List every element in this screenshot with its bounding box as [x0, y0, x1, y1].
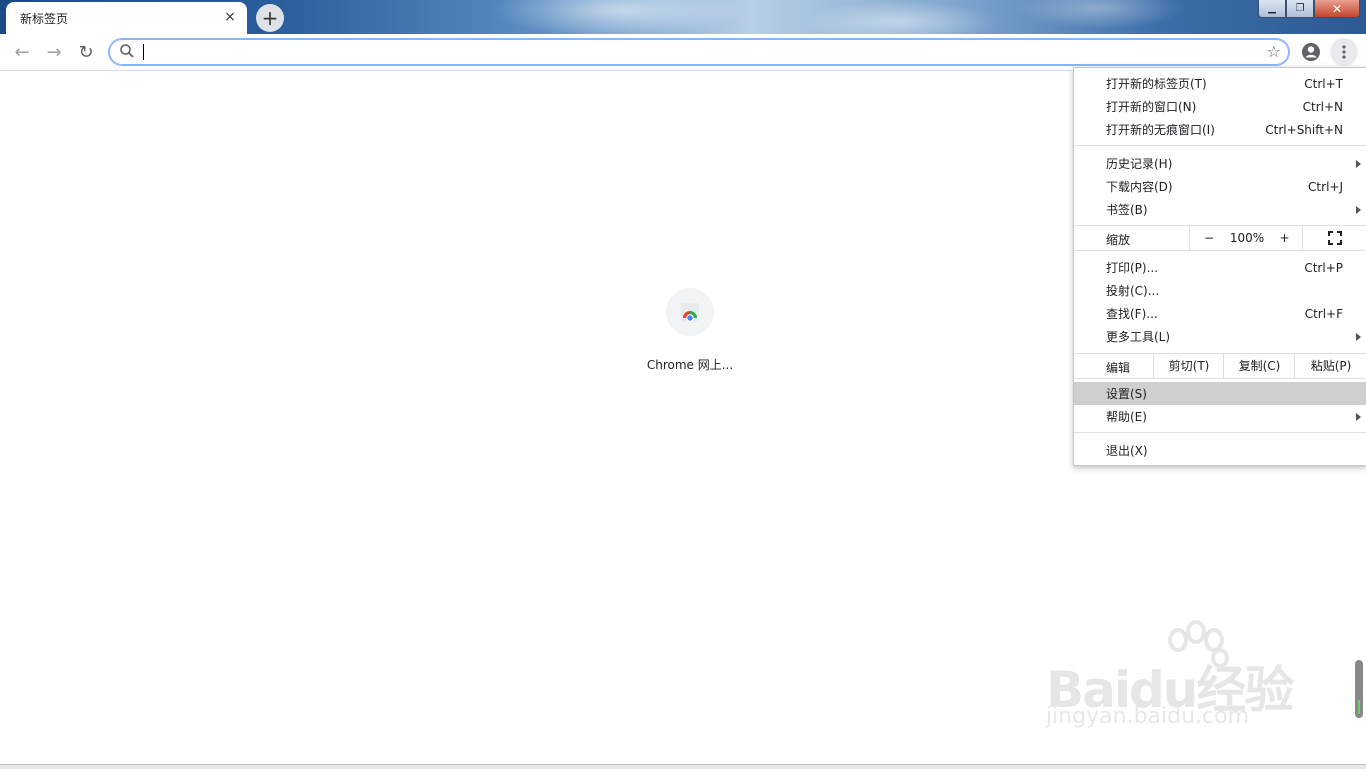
menu-label: 打印(P)... — [1106, 261, 1159, 275]
zoom-out-button[interactable]: − — [1189, 225, 1228, 250]
chrome-main-menu: 打开新的标签页(T) Ctrl+T 打开新的窗口(N) Ctrl+N 打开新的无… — [1073, 67, 1366, 466]
menu-item-more-tools[interactable]: 更多工具(L) — [1074, 325, 1366, 348]
menu-accelerator: Ctrl+J — [1308, 179, 1343, 194]
more-vertical-icon — [1342, 45, 1346, 59]
search-icon — [120, 44, 134, 58]
menu-label: 打开新的窗口(N) — [1106, 100, 1197, 114]
shortcut-label: Chrome 网上... — [646, 358, 734, 372]
menu-label: 历史记录(H) — [1106, 157, 1173, 171]
menu-label: 下载内容(D) — [1106, 180, 1173, 194]
menu-label: 退出(X) — [1106, 444, 1148, 458]
menu-item-incognito[interactable]: 打开新的无痕窗口(I) Ctrl+Shift+N — [1074, 118, 1366, 141]
bottom-edge — [0, 764, 1366, 769]
menu-item-find[interactable]: 查找(F)... Ctrl+F — [1074, 302, 1366, 325]
tab-title: 新标签页 — [20, 12, 69, 26]
back-button[interactable]: ← — [10, 40, 34, 64]
tab-new-tab[interactable]: 新标签页 × — [6, 2, 247, 34]
cut-button[interactable]: 剪切(T) — [1153, 353, 1224, 378]
new-tab-button[interactable]: + — [256, 4, 284, 32]
fullscreen-icon — [1328, 230, 1342, 245]
menu-accelerator: Ctrl+T — [1304, 76, 1343, 91]
menu-item-downloads[interactable]: 下载内容(D) Ctrl+J — [1074, 175, 1366, 198]
minimize-button[interactable]: ▁ — [1258, 0, 1286, 18]
submenu-arrow-icon — [1356, 332, 1361, 341]
zoom-value: 100% — [1229, 230, 1265, 245]
shortcut-tile-webstore[interactable]: Chrome 网上... — [640, 288, 740, 373]
menu-item-print[interactable]: 打印(P)... Ctrl+P — [1074, 256, 1366, 279]
menu-item-new-window[interactable]: 打开新的窗口(N) Ctrl+N — [1074, 95, 1366, 118]
menu-label: 更多工具(L) — [1106, 330, 1171, 344]
text-caret — [143, 44, 144, 60]
menu-item-new-tab[interactable]: 打开新的标签页(T) Ctrl+T — [1074, 72, 1366, 95]
watermark-url: jingyan.baidu.com — [1046, 704, 1250, 729]
menu-label: 打开新的标签页(T) — [1106, 77, 1207, 91]
menu-accelerator: Ctrl+N — [1302, 99, 1343, 114]
copy-button[interactable]: 复制(C) — [1223, 353, 1295, 378]
menu-label: 打开新的无痕窗口(I) — [1106, 123, 1215, 137]
submenu-arrow-icon — [1356, 205, 1361, 214]
chrome-webstore-icon — [681, 303, 699, 322]
zoom-in-button[interactable]: + — [1267, 225, 1302, 250]
zoom-label: 缩放 — [1106, 233, 1131, 247]
menu-accelerator: Ctrl+Shift+N — [1265, 122, 1343, 137]
menu-label: 书签(B) — [1106, 203, 1148, 217]
window-controls: ▁ ❐ ✕ — [1258, 0, 1360, 18]
menu-label: 查找(F)... — [1106, 307, 1158, 321]
menu-edit-row: 编辑 剪切(T) 复制(C) 粘贴(P) — [1074, 353, 1366, 378]
menu-separator — [1074, 432, 1366, 433]
menu-label: 帮助(E) — [1106, 410, 1147, 424]
menu-label: 投射(C)... — [1106, 284, 1160, 298]
submenu-arrow-icon — [1356, 159, 1361, 168]
tab-close-icon[interactable]: × — [221, 8, 239, 26]
menu-zoom-row: 缩放 − 100% + — [1074, 225, 1366, 250]
scrollbar-indicator — [1358, 700, 1360, 714]
forward-button[interactable]: → — [42, 40, 66, 64]
address-bar[interactable]: ☆ — [108, 38, 1290, 66]
paste-button[interactable]: 粘贴(P) — [1294, 353, 1366, 378]
baidu-jingyan-watermark: Baidu经验 jingyan.baidu.com — [1046, 620, 1306, 740]
toolbar: ← → ↻ ☆ — [0, 34, 1366, 71]
fullscreen-button[interactable] — [1302, 225, 1366, 250]
menu-label: 设置(S) — [1106, 387, 1147, 401]
menu-button[interactable] — [1330, 38, 1358, 66]
title-bar: 新标签页 × + ▁ ❐ ✕ — [0, 0, 1366, 34]
maximize-button[interactable]: ❐ — [1286, 0, 1314, 18]
close-window-button[interactable]: ✕ — [1314, 0, 1360, 18]
menu-accelerator: Ctrl+F — [1304, 306, 1343, 321]
submenu-arrow-icon — [1356, 412, 1361, 421]
reload-button[interactable]: ↻ — [74, 40, 98, 64]
menu-item-settings[interactable]: 设置(S) — [1074, 382, 1366, 405]
menu-separator — [1074, 378, 1366, 379]
menu-separator — [1074, 250, 1366, 251]
menu-item-exit[interactable]: 退出(X) — [1074, 439, 1366, 462]
menu-accelerator: Ctrl+P — [1304, 260, 1343, 275]
webstore-tile — [666, 288, 714, 336]
profile-avatar-icon[interactable] — [1301, 42, 1321, 62]
edit-label: 编辑 — [1106, 361, 1131, 375]
menu-separator — [1074, 145, 1366, 146]
menu-item-history[interactable]: 历史记录(H) — [1074, 152, 1366, 175]
menu-item-cast[interactable]: 投射(C)... — [1074, 279, 1366, 302]
menu-item-bookmarks[interactable]: 书签(B) — [1074, 198, 1366, 221]
bookmark-star-icon[interactable]: ☆ — [1267, 42, 1281, 61]
menu-item-help[interactable]: 帮助(E) — [1074, 405, 1366, 428]
